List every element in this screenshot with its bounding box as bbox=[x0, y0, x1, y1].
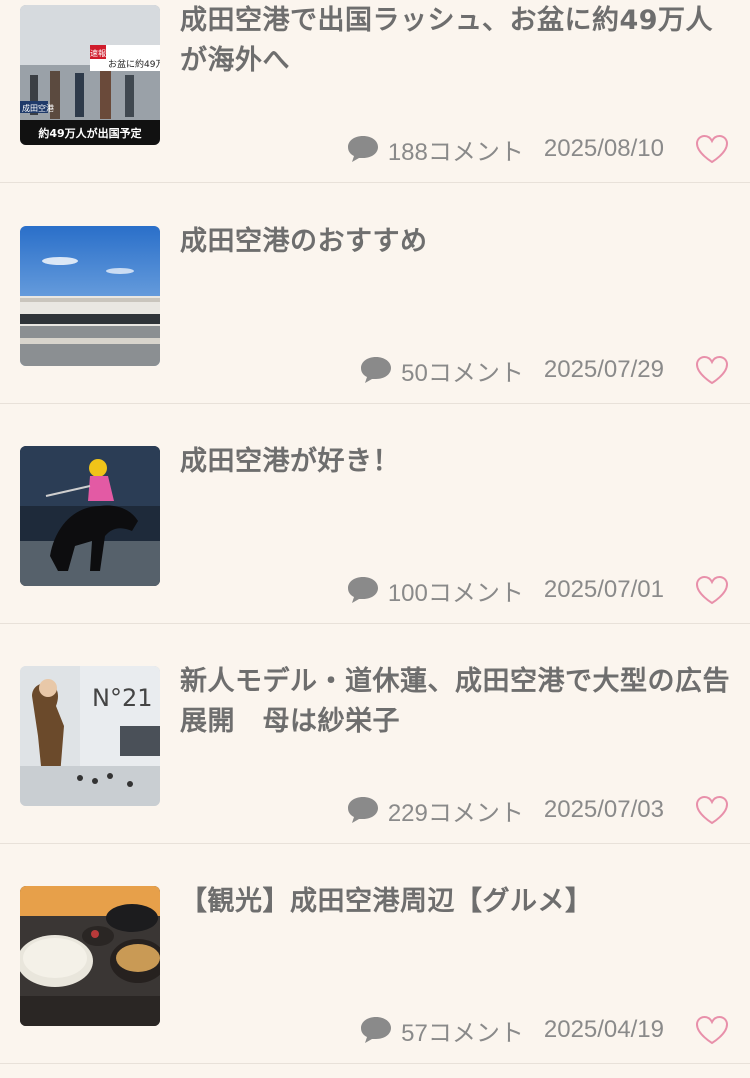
comment-count[interactable]: 188コメント bbox=[388, 132, 524, 167]
article-meta: 188コメント 2025/08/10 bbox=[346, 129, 730, 169]
thumb-caption-text: 約49万人が出国予定 bbox=[38, 126, 141, 140]
heart-outline-icon[interactable] bbox=[694, 1014, 730, 1046]
article-item[interactable]: 【観光】成田空港周辺【グルメ】 57コメント 2025/04/19 bbox=[0, 844, 750, 1064]
article-title[interactable]: 成田空港で出国ラッシュ、お盆に約49万人が海外へ bbox=[180, 1, 730, 81]
heart-outline-icon[interactable] bbox=[694, 574, 730, 606]
thumb-location-text: 成田空港 bbox=[22, 103, 54, 113]
thumb-badge-text: 速報 bbox=[90, 49, 106, 58]
article-date: 2025/08/10 bbox=[543, 135, 664, 162]
article-date: 2025/07/01 bbox=[543, 576, 664, 603]
article-meta: 100コメント 2025/07/01 bbox=[346, 570, 730, 610]
article-date: 2025/07/03 bbox=[543, 796, 664, 823]
article-meta: 50コメント 2025/07/29 bbox=[359, 350, 730, 390]
article-item[interactable]: N°21 新人モデル・道休蓮、成田空港で大型の広告展開 母は紗栄子 229コメン… bbox=[0, 624, 750, 844]
article-item[interactable]: 成田空港が好き！ 100コメント 2025/07/01 bbox=[0, 404, 750, 624]
comment-count[interactable]: 229コメント bbox=[388, 793, 524, 828]
thumbnail-food-image bbox=[20, 886, 160, 1026]
thumbnail-horse-racing-image bbox=[20, 446, 160, 586]
comment-bubble-icon bbox=[361, 357, 392, 383]
comment-bubble-icon bbox=[347, 577, 378, 603]
article-title[interactable]: 【観光】成田空港周辺【グルメ】 bbox=[180, 882, 730, 922]
article-title[interactable]: 新人モデル・道休蓮、成田空港で大型の広告展開 母は紗栄子 bbox=[180, 662, 730, 742]
thumb-billboard-text: N°21 bbox=[92, 684, 153, 712]
heart-outline-icon[interactable] bbox=[694, 794, 730, 826]
comment-bubble-icon bbox=[347, 136, 378, 162]
thumbnail-airport-terminal-image bbox=[20, 226, 160, 366]
heart-outline-icon[interactable] bbox=[694, 133, 730, 165]
article-thumbnail[interactable] bbox=[20, 886, 160, 1026]
article-date: 2025/04/19 bbox=[543, 1016, 664, 1043]
article-thumbnail[interactable]: N°21 bbox=[20, 666, 160, 806]
thumb-headline-text: お盆に約49万 bbox=[108, 58, 160, 70]
heart-outline-icon[interactable] bbox=[694, 354, 730, 386]
article-meta: 57コメント 2025/04/19 bbox=[359, 1010, 730, 1050]
article-title[interactable]: 成田空港のおすすめ bbox=[180, 222, 730, 262]
article-list: 速報 お盆に約49万 成田空港 約49万人が出国予定 成田空港で出国ラッシュ、お… bbox=[0, 0, 750, 1078]
article-meta: 229コメント 2025/07/03 bbox=[346, 790, 730, 830]
article-thumbnail[interactable] bbox=[20, 226, 160, 366]
comment-count[interactable]: 57コメント bbox=[401, 1013, 524, 1048]
comment-bubble-icon bbox=[361, 1017, 392, 1043]
comment-count[interactable]: 100コメント bbox=[388, 573, 524, 608]
article-title[interactable]: 成田空港が好き！ bbox=[180, 442, 730, 482]
comment-bubble-icon bbox=[347, 797, 378, 823]
thumbnail-airport-news-image: 速報 お盆に約49万 成田空港 約49万人が出国予定 bbox=[20, 5, 160, 145]
article-item[interactable]: 成田空港のおすすめ 50コメント 2025/07/29 bbox=[0, 184, 750, 404]
article-thumbnail[interactable] bbox=[20, 446, 160, 586]
comment-count[interactable]: 50コメント bbox=[401, 353, 524, 388]
article-item[interactable]: 速報 お盆に約49万 成田空港 約49万人が出国予定 成田空港で出国ラッシュ、お… bbox=[0, 0, 750, 183]
article-thumbnail[interactable]: 速報 お盆に約49万 成田空港 約49万人が出国予定 bbox=[20, 5, 160, 145]
article-date: 2025/07/29 bbox=[543, 356, 664, 383]
thumbnail-billboard-image: N°21 bbox=[20, 666, 160, 806]
